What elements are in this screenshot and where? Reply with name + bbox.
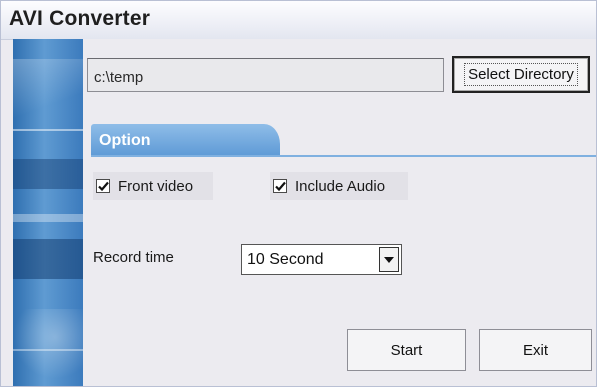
exit-button-label: Exit (522, 341, 548, 359)
directory-path-input[interactable] (87, 58, 444, 92)
front-video-option[interactable]: Front video (93, 172, 213, 200)
tab-option-label: Option (99, 132, 151, 149)
record-time-value: 10 Second (247, 251, 324, 268)
record-time-dropdown-button[interactable] (379, 247, 399, 272)
start-button-label: Start (390, 341, 423, 359)
front-video-checkbox[interactable] (96, 179, 110, 193)
include-audio-option[interactable]: Include Audio (270, 172, 408, 200)
avi-converter-window: AVI Converter Select Directory Option Fr… (0, 0, 597, 387)
include-audio-checkbox[interactable] (273, 179, 287, 193)
start-button[interactable]: Start (347, 329, 466, 371)
checkmark-icon (97, 181, 109, 191)
chevron-down-icon (384, 256, 394, 263)
decorative-sidebar (13, 39, 83, 386)
select-directory-label: Select Directory (464, 63, 578, 86)
record-time-select[interactable]: 10 Second (241, 244, 402, 275)
sidebar-highlight (13, 59, 83, 119)
include-audio-label: Include Audio (295, 177, 386, 195)
title-bar: AVI Converter (1, 1, 596, 40)
record-time-label: Record time (93, 249, 174, 266)
sidebar-highlight (13, 309, 83, 379)
sidebar-line (13, 129, 83, 131)
sidebar-line (13, 214, 83, 222)
sidebar-line (13, 349, 83, 351)
front-video-label: Front video (118, 177, 194, 195)
exit-button[interactable]: Exit (479, 329, 592, 371)
select-directory-button[interactable]: Select Directory (452, 56, 590, 93)
sidebar-band (13, 239, 83, 279)
tab-option[interactable]: Option (91, 124, 280, 156)
checkmark-icon (274, 181, 286, 191)
window-title: AVI Converter (9, 7, 151, 30)
tab-divider (91, 155, 596, 157)
sidebar-band (13, 159, 83, 189)
